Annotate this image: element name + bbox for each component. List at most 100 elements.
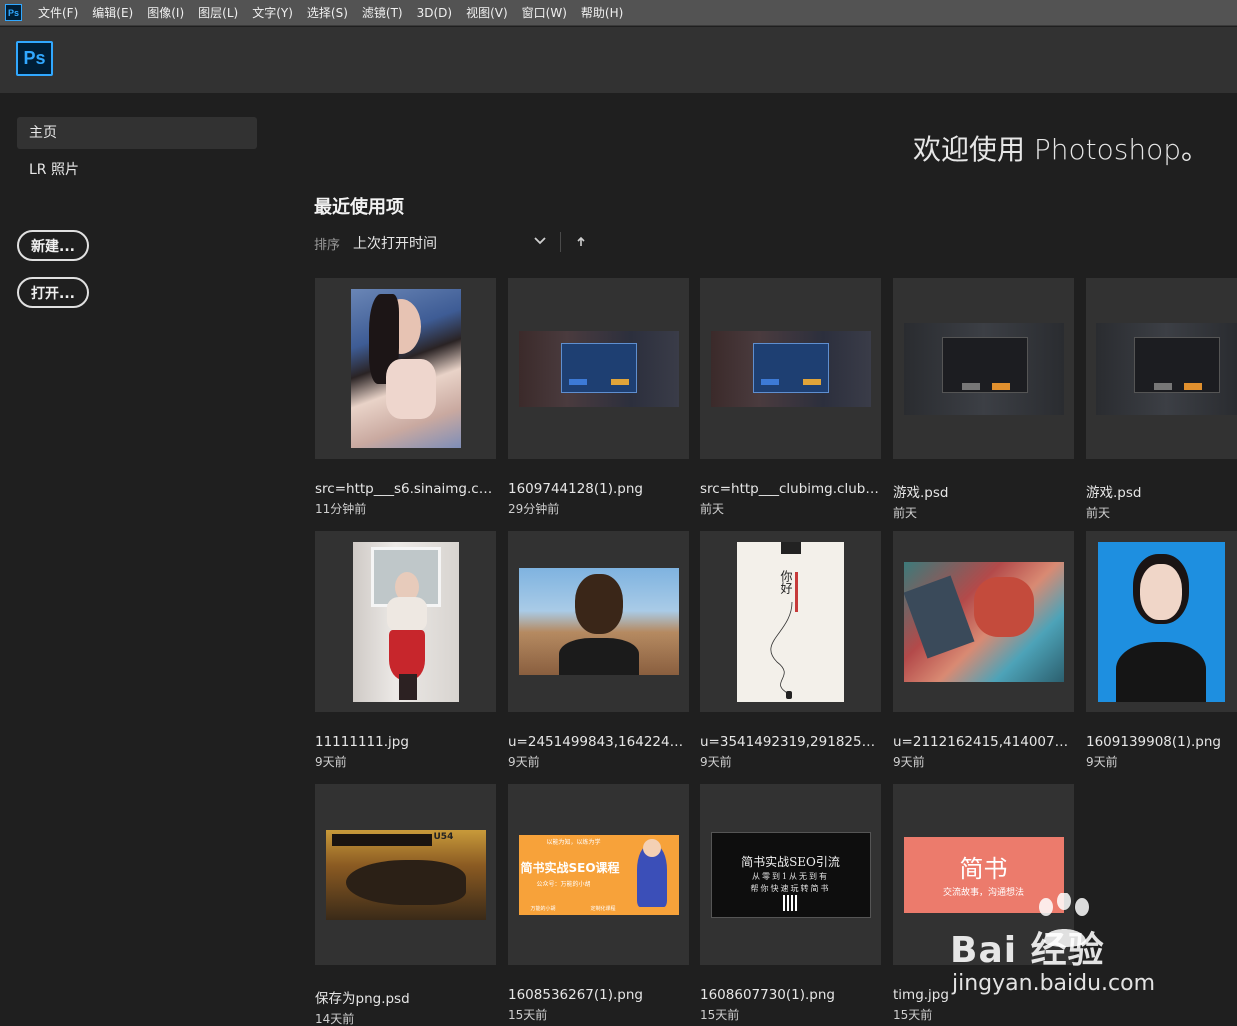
menu-edit[interactable]: 编辑(E): [92, 4, 133, 21]
sidebar: 主页 LR 照片 新建... 打开...: [0, 93, 272, 1026]
sort-dropdown[interactable]: 上次打开时间: [353, 233, 437, 253]
seo-banner-top: 以能为知，以练为学: [546, 838, 601, 846]
file-name: 1608536267(1).png: [508, 987, 643, 1003]
sort-direction-arrow-icon[interactable]: [574, 234, 588, 250]
cable-line-icon: [770, 601, 793, 699]
file-time: 前天: [1086, 506, 1111, 520]
nihao-text: 你好: [779, 569, 793, 594]
poster-nihao-thumb: 你好: [737, 541, 844, 702]
baidu-brand-text: Bai 经验: [950, 930, 1105, 971]
file-time: 前天: [700, 502, 725, 516]
file-time: 前天: [893, 506, 918, 520]
file-thumbnail[interactable]: [315, 278, 496, 459]
menu-filter[interactable]: 滤镜(T): [362, 4, 403, 21]
menu-bar: Ps 文件(F) 编辑(E) 图像(I) 图层(L) 文字(Y) 选择(S) 滤…: [0, 0, 1237, 26]
new-button[interactable]: 新建...: [17, 230, 89, 261]
seo-banner-bottom-right: 定制化课程: [590, 905, 616, 912]
recent-file-tile[interactable]: 1609139908(1).png 9天前: [1086, 531, 1237, 770]
black-card-line2: 帮你快速玩转简书: [750, 883, 831, 893]
file-name: src=http___s6.sinaimg.cn_o...: [315, 481, 496, 497]
file-name: 1608607730(1).png: [700, 987, 835, 1003]
menu-view[interactable]: 视图(V): [466, 4, 508, 21]
file-name: u=3541492319,291825757...: [700, 734, 881, 750]
recent-file-tile[interactable]: 简书实战SEO引流 从零到1从无到有 帮你快速玩转简书 1608607730(1…: [700, 784, 881, 1023]
file-thumbnail[interactable]: [1086, 531, 1237, 712]
file-time: 15天前: [508, 1008, 548, 1022]
file-thumbnail[interactable]: [700, 278, 881, 459]
menu-file[interactable]: 文件(F): [38, 4, 78, 21]
dragon-banner-thumb: U54: [325, 829, 486, 920]
jianshu-title: 简书: [959, 854, 1008, 883]
menu-3d[interactable]: 3D(D): [417, 6, 452, 20]
seo-banner-sub: 公众号：万能的小胡: [536, 880, 591, 888]
file-name: 游戏.psd: [893, 485, 949, 501]
file-name: 1609744128(1).png: [508, 481, 643, 497]
seo-banner-bottom-left: 万能的小胡: [530, 905, 556, 912]
menu-image[interactable]: 图像(I): [147, 4, 184, 21]
file-name: 游戏.psd: [1086, 485, 1142, 501]
menu-window[interactable]: 窗口(W): [522, 4, 567, 21]
file-time: 9天前: [508, 755, 540, 769]
recent-section-title: 最近使用项: [314, 197, 404, 218]
file-time: 11分钟前: [315, 502, 367, 516]
file-time: 15天前: [893, 1008, 933, 1022]
recent-file-tile[interactable]: 以能为知，以练为学 简书实战SEO课程 公众号：万能的小胡 万能的小胡 定制化课…: [508, 784, 689, 1023]
file-time: 9天前: [700, 755, 732, 769]
file-time: 14天前: [315, 1012, 355, 1026]
file-thumbnail[interactable]: [893, 278, 1074, 459]
file-thumbnail[interactable]: 以能为知，以练为学 简书实战SEO课程 公众号：万能的小胡 万能的小胡 定制化课…: [508, 784, 689, 965]
file-time: 9天前: [893, 755, 925, 769]
recent-file-tile[interactable]: 游戏.psd 前天: [893, 278, 1074, 521]
file-thumbnail[interactable]: [508, 278, 689, 459]
file-thumbnail[interactable]: [315, 531, 496, 712]
recent-file-tile[interactable]: 11111111.jpg 9天前: [315, 531, 496, 770]
recent-file-tile[interactable]: 游戏.psd 前天: [1086, 278, 1237, 521]
menu-select[interactable]: 选择(S): [307, 4, 348, 21]
recent-file-tile[interactable]: u=2451499843,164224342... 9天前: [508, 531, 689, 770]
menu-type[interactable]: 文字(Y): [252, 4, 293, 21]
sort-label: 排序: [314, 238, 341, 253]
game-dialog-thumb: [710, 330, 871, 407]
dragon-banner-text: U54: [433, 831, 454, 842]
baidu-url-text: jingyan.baidu.com: [952, 971, 1156, 996]
sidebar-item-home[interactable]: 主页: [17, 117, 257, 149]
menu-layer[interactable]: 图层(L): [198, 4, 238, 21]
file-thumbnail[interactable]: [1086, 278, 1237, 459]
photoshop-app-icon[interactable]: Ps: [5, 4, 22, 21]
file-thumbnail[interactable]: 你好: [700, 531, 881, 712]
file-name: src=http___clubimg.club.vm...: [700, 481, 881, 497]
file-thumbnail[interactable]: U54: [315, 784, 496, 965]
black-card-line1: 从零到1从无到有: [751, 871, 830, 881]
portrait-photo-thumb: [350, 289, 461, 448]
sort-divider: [560, 232, 561, 252]
file-name: u=2112162415,414007105...: [893, 734, 1074, 750]
seo-banner-title: 简书实战SEO课程: [520, 860, 620, 875]
file-thumbnail[interactable]: [893, 531, 1074, 712]
welcome-heading: 欢迎使用 Photoshop。: [912, 133, 1209, 166]
recent-file-tile[interactable]: src=http___clubimg.club.vm... 前天: [700, 278, 881, 517]
open-button[interactable]: 打开...: [17, 277, 89, 308]
recent-file-tile[interactable]: U54 保存为png.psd 14天前: [315, 784, 496, 1026]
file-name: 保存为png.psd: [315, 991, 410, 1007]
game-dialog-dark-thumb: [903, 322, 1064, 415]
sidebar-item-lr-photos[interactable]: LR 照片: [17, 154, 257, 186]
chevron-down-icon[interactable]: [532, 233, 548, 249]
file-thumbnail[interactable]: 简书实战SEO引流 从零到1从无到有 帮你快速玩转简书: [700, 784, 881, 965]
file-time: 9天前: [315, 755, 347, 769]
anime-art-thumb: [903, 561, 1064, 682]
recent-file-tile[interactable]: 1609744128(1).png 29分钟前: [508, 278, 689, 517]
id-photo-thumb: [1098, 541, 1225, 702]
file-name: 1609139908(1).png: [1086, 734, 1221, 750]
recent-file-tile[interactable]: u=2112162415,414007105... 9天前: [893, 531, 1074, 770]
file-time: 15天前: [700, 1008, 740, 1022]
file-name: u=2451499843,164224342...: [508, 734, 689, 750]
portrait-window-thumb: [352, 541, 459, 702]
recent-file-tile[interactable]: 你好 u=3541492319,291825757... 9天前: [700, 531, 881, 770]
seo-banner-thumb: 以能为知，以练为学 简书实战SEO课程 公众号：万能的小胡 万能的小胡 定制化课…: [518, 834, 679, 915]
menu-help[interactable]: 帮助(H): [581, 4, 623, 21]
qr-code-icon: [782, 894, 799, 911]
file-thumbnail[interactable]: [508, 531, 689, 712]
black-card-title: 简书实战SEO引流: [741, 854, 840, 869]
seo-black-card-thumb: 简书实战SEO引流 从零到1从无到有 帮你快速玩转简书: [710, 831, 871, 918]
recent-file-tile[interactable]: src=http___s6.sinaimg.cn_o... 11分钟前: [315, 278, 496, 517]
